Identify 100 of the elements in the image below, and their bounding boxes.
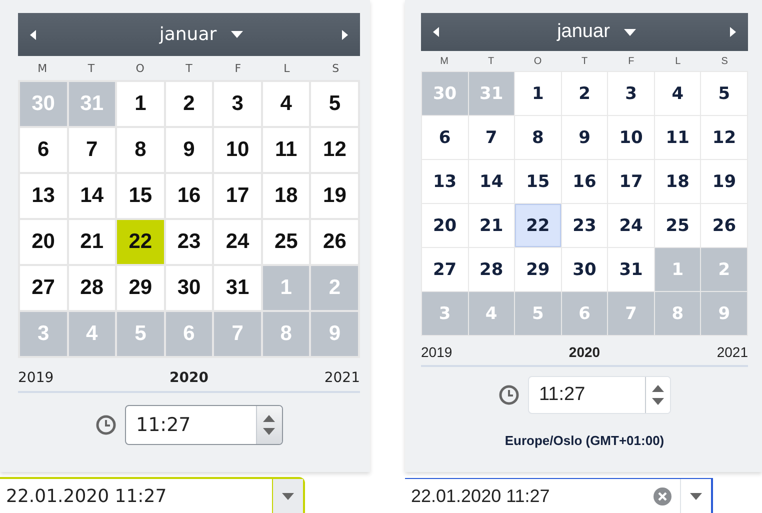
- calendar-day[interactable]: 31: [214, 266, 261, 310]
- weekday-label: T: [88, 62, 95, 74]
- weekday-label: S: [721, 56, 728, 66]
- calendar-day[interactable]: 8: [515, 116, 561, 159]
- calendar-day[interactable]: 23: [166, 220, 212, 264]
- caret-icon: [282, 492, 294, 500]
- weekday-label: L: [675, 56, 681, 66]
- caret-icon: [230, 31, 243, 38]
- calendar-day[interactable]: 15: [515, 160, 561, 203]
- calendar-day[interactable]: 4: [262, 82, 310, 126]
- next-year[interactable]: 2021: [716, 344, 748, 360]
- calendar-day[interactable]: 1: [117, 82, 164, 126]
- calendar-day[interactable]: 5: [311, 82, 358, 126]
- caret-icon: [624, 28, 636, 36]
- calendar-day[interactable]: 31: [608, 248, 654, 291]
- clock-icon: [498, 384, 520, 406]
- calendar-day[interactable]: 27: [20, 266, 67, 310]
- calendar-day[interactable]: 7: [68, 128, 116, 172]
- calendar-day[interactable]: 22: [117, 220, 164, 264]
- previous-year[interactable]: 2019: [421, 344, 452, 360]
- calendar-day[interactable]: 4: [654, 72, 700, 115]
- calendar-day[interactable]: 27: [422, 248, 468, 291]
- calendar-day[interactable]: 24: [608, 204, 654, 247]
- calendar-day[interactable]: 16: [166, 174, 212, 218]
- calendar-day[interactable]: 11: [654, 116, 700, 159]
- calendar-day[interactable]: 12: [701, 116, 747, 159]
- weekday-label: F: [234, 62, 242, 74]
- calendar-day[interactable]: 13: [422, 160, 468, 203]
- calendar-day[interactable]: 28: [68, 266, 116, 310]
- current-year[interactable]: 2020: [170, 370, 208, 386]
- calendar-day[interactable]: 26: [701, 204, 747, 247]
- month-dropdown[interactable]: januar: [551, 21, 642, 43]
- time-spinner[interactable]: 11:27: [125, 405, 283, 445]
- calendar-day[interactable]: 9: [166, 128, 212, 172]
- calendar-day[interactable]: 3: [608, 72, 654, 115]
- calendar-day[interactable]: 24: [214, 220, 261, 264]
- date-time-input[interactable]: 22.01.2020 11:27: [0, 479, 272, 513]
- calendar-day[interactable]: 29: [117, 266, 164, 310]
- calendar-day[interactable]: 6: [422, 116, 468, 159]
- calendar-day[interactable]: 20: [422, 204, 468, 247]
- calendar-day[interactable]: 2: [562, 72, 608, 115]
- calendar-day[interactable]: 18: [654, 160, 700, 203]
- time-spinner[interactable]: 11:27: [528, 376, 671, 414]
- calendar-day[interactable]: 10: [214, 128, 261, 172]
- weekday-label: T: [186, 62, 192, 74]
- calendar-day[interactable]: 1: [515, 72, 561, 115]
- calendar-day[interactable]: 16: [562, 160, 608, 203]
- calendar-day[interactable]: 2: [166, 82, 212, 126]
- date-time-combobox[interactable]: 22.01.2020 11:27: [405, 478, 713, 513]
- calendar-day[interactable]: 14: [68, 174, 116, 218]
- calendar-day[interactable]: 15: [117, 174, 164, 218]
- caret-icon: [690, 493, 702, 500]
- calendar-day[interactable]: 25: [262, 220, 310, 264]
- time-input[interactable]: 11:27: [529, 377, 645, 413]
- calendar-day[interactable]: 3: [214, 82, 261, 126]
- weekday-label: T: [488, 56, 494, 66]
- calendar-day[interactable]: 30: [166, 266, 212, 310]
- decrement-icon[interactable]: [652, 398, 664, 405]
- calendar-day[interactable]: 17: [214, 174, 261, 218]
- calendar-day[interactable]: 21: [68, 220, 116, 264]
- calendar-day[interactable]: 6: [20, 128, 67, 172]
- current-year[interactable]: 2020: [568, 344, 600, 360]
- calendar-day[interactable]: 19: [311, 174, 358, 218]
- calendar-day[interactable]: 18: [262, 174, 310, 218]
- weekday-label: M: [38, 62, 48, 74]
- weekday-label: L: [284, 62, 290, 74]
- month-dropdown[interactable]: januar: [153, 24, 249, 45]
- weekday-label: O: [534, 56, 542, 66]
- calendar-day[interactable]: 30: [562, 248, 608, 291]
- calendar-day[interactable]: 14: [468, 160, 514, 203]
- clock-icon: [95, 414, 117, 436]
- weekday-label: F: [628, 56, 634, 66]
- decrement-icon[interactable]: [263, 428, 276, 435]
- calendar-day[interactable]: 22: [515, 204, 561, 247]
- calendar-day[interactable]: 19: [701, 160, 747, 203]
- time-input[interactable]: 11:27: [126, 406, 256, 444]
- calendar-day[interactable]: 11: [262, 128, 310, 172]
- calendar-day[interactable]: 10: [608, 116, 654, 159]
- calendar-day[interactable]: 9: [562, 116, 608, 159]
- increment-icon[interactable]: [263, 415, 276, 422]
- date-time-combobox[interactable]: 22.01.2020 11:27: [0, 477, 305, 513]
- previous-year[interactable]: 2019: [18, 370, 54, 386]
- calendar-day[interactable]: 13: [20, 174, 67, 218]
- date-time-input[interactable]: 22.01.2020 11:27: [405, 479, 645, 513]
- calendar-day[interactable]: 23: [562, 204, 608, 247]
- calendar-day[interactable]: 29: [515, 248, 561, 291]
- calendar-day[interactable]: 26: [311, 220, 358, 264]
- calendar-day[interactable]: 17: [608, 160, 654, 203]
- calendar-day[interactable]: 8: [117, 128, 164, 172]
- calendar-day[interactable]: 7: [468, 116, 514, 159]
- calendar-day[interactable]: 12: [311, 128, 358, 172]
- calendar-day[interactable]: 21: [468, 204, 514, 247]
- next-year[interactable]: 2021: [324, 370, 360, 386]
- calendar-day[interactable]: 5: [701, 72, 747, 115]
- calendar-day[interactable]: 28: [468, 248, 514, 291]
- calendar-day[interactable]: 25: [654, 204, 700, 247]
- dropdown-button[interactable]: [272, 479, 303, 513]
- calendar-day[interactable]: 20: [20, 220, 67, 264]
- increment-icon[interactable]: [652, 385, 664, 392]
- weekday-label: O: [136, 62, 144, 74]
